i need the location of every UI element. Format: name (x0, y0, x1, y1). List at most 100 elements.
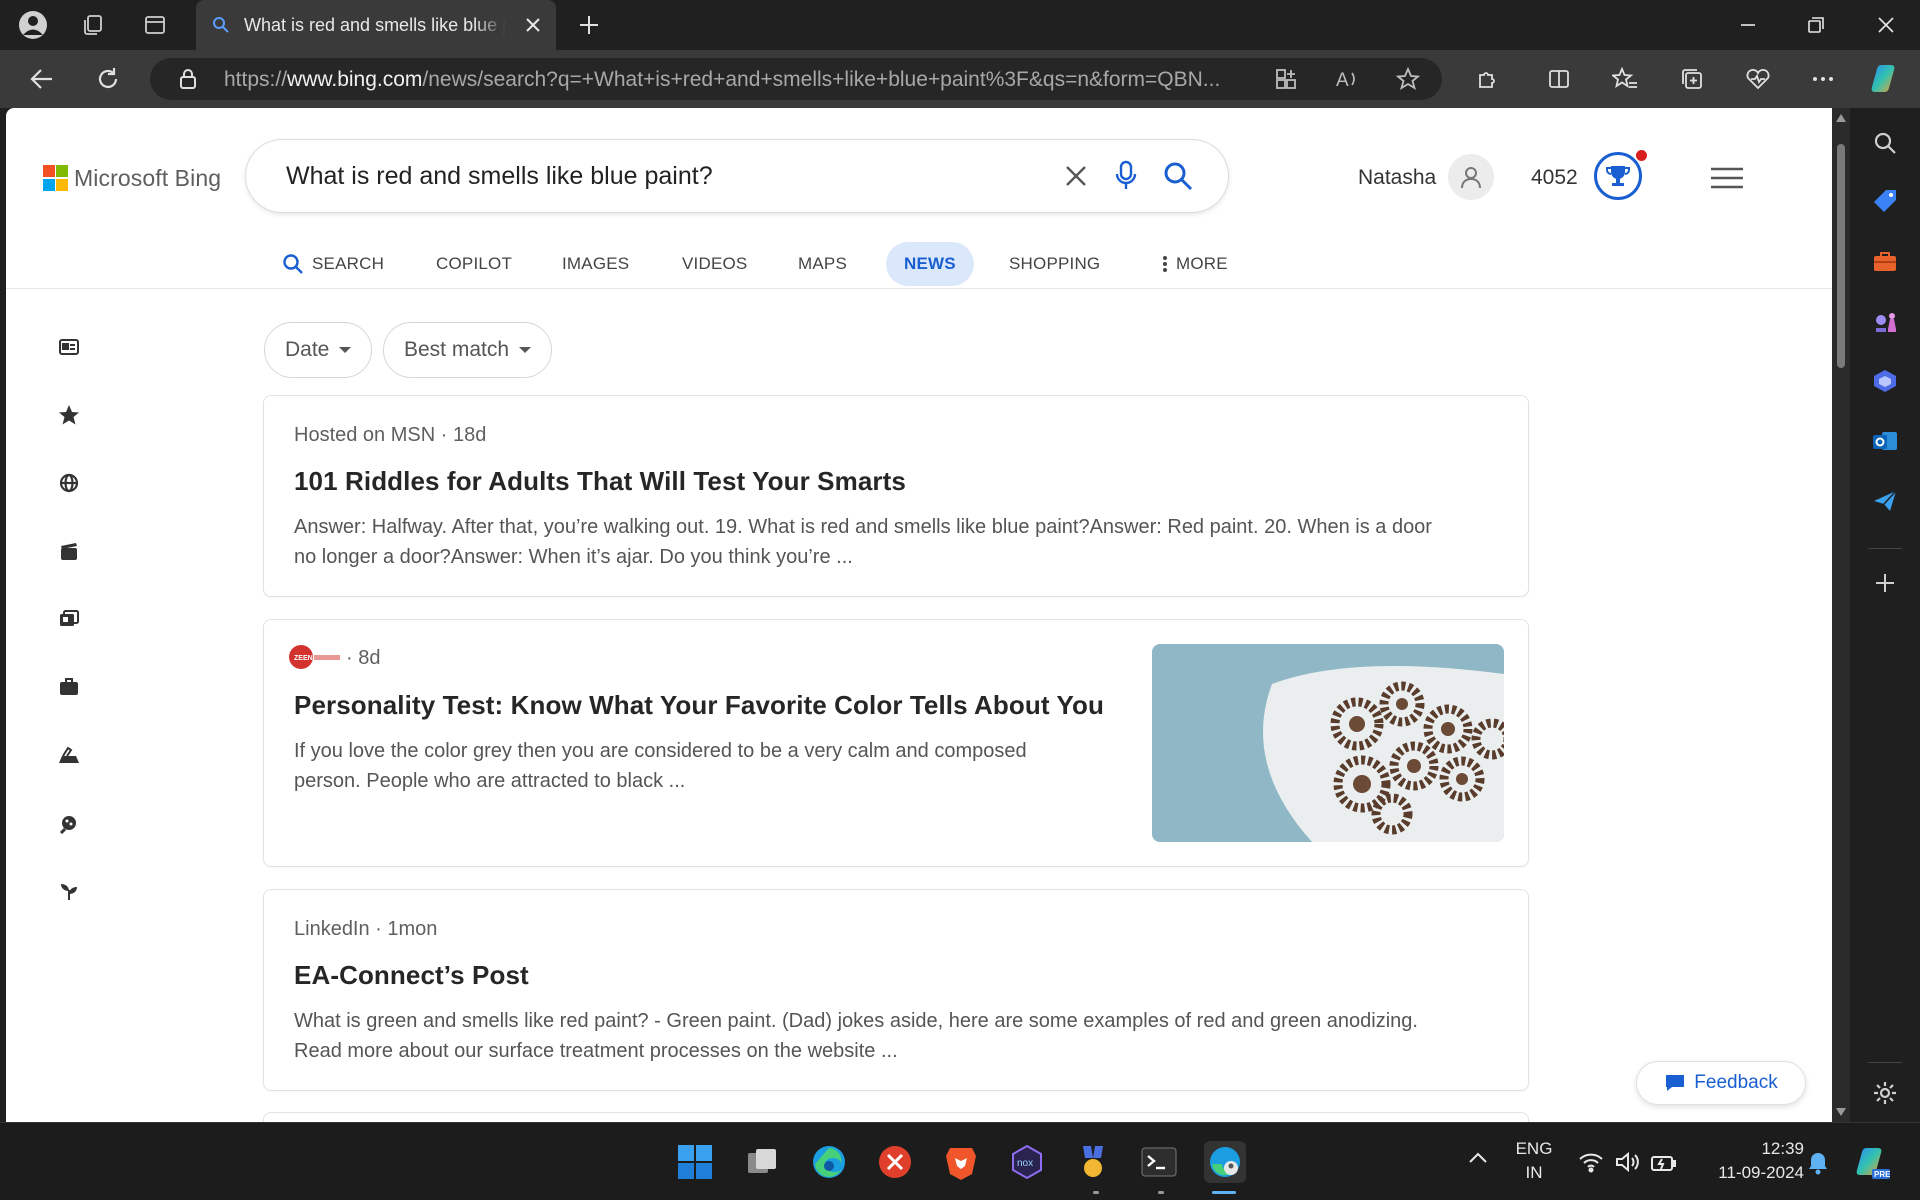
app-available-icon[interactable] (1274, 67, 1298, 96)
workspaces-icon[interactable] (78, 10, 108, 40)
globe-category-icon[interactable] (54, 468, 84, 498)
rewards-trophy-icon[interactable] (1594, 152, 1642, 200)
split-screen-icon[interactable] (1541, 61, 1577, 97)
news-thumbnail[interactable] (1152, 644, 1504, 842)
sports-category-icon[interactable] (54, 808, 84, 838)
page-scrollbar[interactable] (1832, 108, 1850, 1122)
favorites-icon[interactable] (1607, 61, 1643, 97)
address-bar[interactable]: https://www.bing.com/news/search?q=+What… (150, 58, 1442, 100)
profile-icon[interactable] (18, 10, 48, 40)
tab-news[interactable]: NEWS (886, 242, 974, 286)
close-icon[interactable] (524, 16, 542, 39)
news-source[interactable]: LinkedIn · 1mon (294, 918, 437, 941)
add-icon[interactable] (1870, 568, 1900, 598)
collections-icon[interactable] (1674, 61, 1710, 97)
microphone-icon[interactable] (1114, 160, 1138, 197)
task-view-icon[interactable] (742, 1141, 784, 1183)
bing-logo[interactable]: Microsoft Bing (42, 164, 221, 192)
copilot-icon[interactable] (1868, 60, 1904, 96)
minimize-icon[interactable] (1714, 0, 1782, 50)
science-category-icon[interactable] (54, 740, 84, 770)
user-name[interactable]: Natasha (1358, 166, 1436, 190)
news-source-logo[interactable]: ZEENEWS (288, 644, 344, 672)
tab-maps[interactable]: MAPS (798, 242, 847, 286)
notification-bell-icon[interactable] (1806, 1151, 1830, 1180)
news-card[interactable]: Hosted on MSN · 18d 101 Riddles for Adul… (263, 395, 1529, 597)
tab-search[interactable]: SEARCH (282, 242, 384, 286)
anydesk-icon[interactable] (874, 1141, 916, 1183)
tab-active[interactable]: What is red and smells like blue paint? (196, 0, 556, 50)
chevron-down-icon (339, 347, 352, 353)
read-aloud-icon[interactable]: A (1336, 67, 1362, 96)
sort-filter[interactable]: Best match (383, 322, 553, 378)
tab-actions-icon[interactable] (140, 10, 170, 40)
news-card[interactable] (263, 1112, 1529, 1122)
reward-points[interactable]: 4052 (1531, 166, 1578, 190)
copilot-taskbar-icon[interactable]: PRE (1854, 1145, 1891, 1186)
language-indicator[interactable]: ENG IN (1510, 1137, 1558, 1185)
medal-app-icon[interactable] (1072, 1141, 1114, 1183)
running-indicator (1093, 1191, 1099, 1194)
favorite-star-icon[interactable] (1395, 66, 1421, 96)
scroll-thumb[interactable] (1837, 144, 1845, 368)
show-hidden-icons-chevron-icon[interactable] (1468, 1151, 1488, 1170)
avatar[interactable] (1448, 154, 1494, 200)
microsoft-365-icon[interactable] (1870, 366, 1900, 396)
battery-icon[interactable] (1650, 1151, 1678, 1178)
search-submit-icon[interactable] (1162, 160, 1194, 197)
tab-label: SEARCH (312, 254, 385, 273)
url-text[interactable]: https://www.bing.com/news/search?q=+What… (224, 68, 1274, 92)
search-input[interactable]: What is red and smells like blue paint? (286, 162, 713, 191)
send-icon[interactable] (1870, 486, 1900, 516)
wifi-icon[interactable] (1578, 1151, 1604, 1178)
tab-copilot[interactable]: COPILOT (436, 242, 512, 286)
star-category-icon[interactable] (54, 400, 84, 430)
search-box[interactable]: What is red and smells like blue paint? (246, 140, 1228, 212)
shopping-tag-icon[interactable] (1870, 186, 1900, 216)
news-title[interactable]: Personality Test: Know What Your Favorit… (294, 690, 1104, 721)
restore-icon[interactable] (1782, 0, 1850, 50)
tab-more[interactable]: MORE (1162, 242, 1228, 286)
lock-icon[interactable] (178, 68, 198, 95)
back-icon[interactable] (24, 61, 60, 97)
news-category-icon[interactable] (54, 332, 84, 362)
tab-shopping[interactable]: SHOPPING (1009, 242, 1100, 286)
edge-browser-icon[interactable] (808, 1141, 850, 1183)
nox-player-icon[interactable]: nox (1006, 1141, 1048, 1183)
hamburger-menu-icon[interactable] (1710, 166, 1744, 190)
edge-profile-icon[interactable] (1204, 1141, 1246, 1183)
brave-browser-icon[interactable] (940, 1141, 982, 1183)
tab-images[interactable]: IMAGES (562, 242, 629, 286)
outlook-icon[interactable] (1870, 426, 1900, 456)
news-card[interactable]: ZEENEWS · 8d Personality Test: Know What… (263, 619, 1529, 867)
scroll-up-icon[interactable] (1836, 114, 1846, 122)
clear-search-icon[interactable] (1064, 164, 1088, 193)
date-filter[interactable]: Date (264, 322, 373, 378)
lifestyle-category-icon[interactable] (54, 876, 84, 906)
search-icon[interactable] (1870, 128, 1900, 158)
extensions-icon[interactable] (1470, 61, 1506, 97)
more-options-icon[interactable] (1805, 61, 1841, 97)
news-card[interactable]: LinkedIn · 1mon EA-Connect’s Post What i… (263, 889, 1529, 1091)
tools-briefcase-icon[interactable] (1870, 246, 1900, 276)
scroll-down-icon[interactable] (1836, 1108, 1846, 1116)
close-window-icon[interactable] (1852, 0, 1920, 50)
tab-videos[interactable]: VIDEOS (682, 242, 747, 286)
news-source[interactable]: Hosted on MSN · 18d (294, 424, 486, 447)
volume-icon[interactable] (1614, 1151, 1640, 1178)
money-category-icon[interactable] (54, 604, 84, 634)
feedback-button[interactable]: Feedback (1636, 1061, 1806, 1105)
clapperboard-category-icon[interactable] (54, 536, 84, 566)
windows-start-icon[interactable] (674, 1141, 716, 1183)
clock[interactable]: 12:39 11-09-2024 (1692, 1137, 1804, 1185)
browser-essentials-icon[interactable] (1740, 61, 1776, 97)
briefcase-category-icon[interactable] (54, 672, 84, 702)
games-icon[interactable] (1870, 306, 1900, 336)
terminal-icon[interactable] (1138, 1141, 1180, 1183)
news-title[interactable]: EA-Connect’s Post (294, 960, 529, 991)
refresh-icon[interactable] (90, 61, 126, 97)
more-vertical-icon (1163, 256, 1167, 272)
news-title[interactable]: 101 Riddles for Adults That Will Test Yo… (294, 466, 906, 497)
new-tab-icon[interactable] (574, 10, 604, 40)
settings-gear-icon[interactable] (1870, 1078, 1900, 1108)
